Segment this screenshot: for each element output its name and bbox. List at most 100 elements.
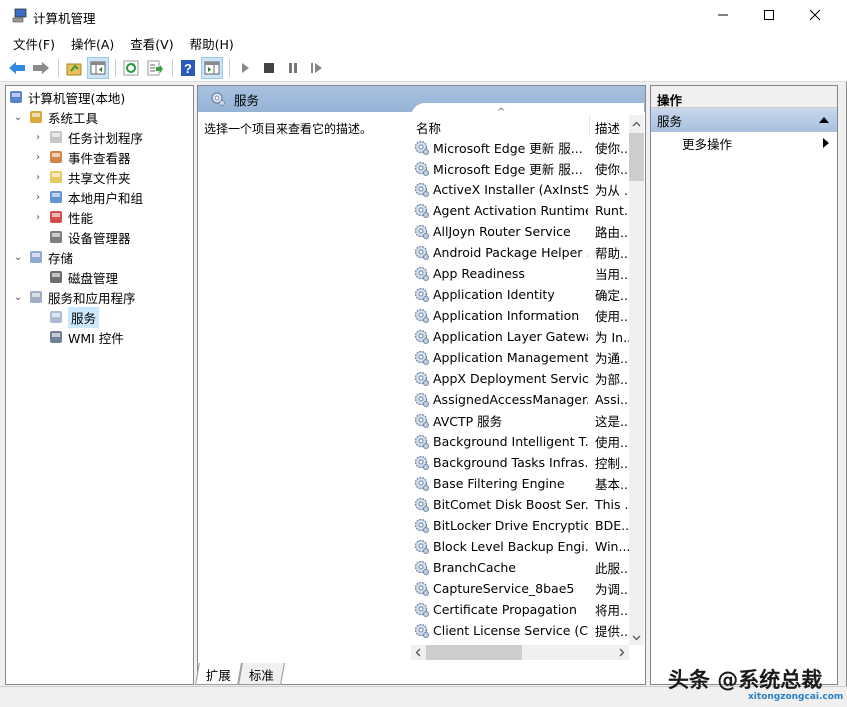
tree-item-label: 服务 xyxy=(68,306,100,328)
service-row[interactable]: Client License Service (Cli... 提供... xyxy=(411,620,629,641)
storage-icon xyxy=(28,249,44,265)
menu-action[interactable]: 操作(A) xyxy=(64,34,121,53)
minimize-icon xyxy=(718,14,728,16)
computer-management-icon xyxy=(8,89,24,105)
restart-service-button[interactable] xyxy=(306,57,328,79)
expand-down-icon[interactable]: ⌄ xyxy=(12,252,24,263)
service-row[interactable]: Background Tasks Infras... 控制... xyxy=(411,452,629,473)
menu-view[interactable]: 查看(V) xyxy=(123,34,180,53)
horizontal-scrollbar[interactable] xyxy=(411,645,629,660)
service-gear-icon xyxy=(414,623,430,638)
menu-bar: 文件(F) 操作(A) 查看(V) 帮助(H) xyxy=(0,32,847,54)
service-row[interactable]: CaptureService_8bae5 为调... xyxy=(411,578,629,599)
menu-help[interactable]: 帮助(H) xyxy=(183,34,241,53)
expand-right-icon[interactable]: › xyxy=(32,172,44,183)
service-row[interactable]: BranchCache 此服... xyxy=(411,557,629,578)
tree-item[interactable]: › 事件查看器 xyxy=(32,147,131,167)
export-list-button[interactable] xyxy=(144,57,166,79)
menu-file[interactable]: 文件(F) xyxy=(6,34,62,53)
scroll-right-icon[interactable] xyxy=(614,645,629,660)
tree-item[interactable]: 服务 xyxy=(32,306,100,328)
service-row[interactable]: Agent Activation Runtime... Runt... xyxy=(411,200,629,221)
column-name[interactable]: 名称 xyxy=(416,118,441,137)
tab-standard[interactable]: 标准 xyxy=(238,663,285,685)
shared-folders-icon xyxy=(48,169,64,185)
service-row[interactable]: Microsoft Edge 更新 服... 使你... xyxy=(411,137,629,158)
maximize-button[interactable] xyxy=(746,0,792,30)
service-name: CaptureService_8bae5 xyxy=(433,581,575,596)
vertical-scrollbar[interactable] xyxy=(629,115,644,645)
expand-right-icon[interactable]: › xyxy=(32,152,44,163)
actions-section-services[interactable]: 服务 xyxy=(651,108,837,132)
tree-item[interactable]: 计算机管理(本地) xyxy=(8,87,125,107)
scroll-up-icon[interactable] xyxy=(629,117,644,132)
expand-down-icon[interactable]: ⌄ xyxy=(12,112,24,123)
service-row[interactable]: AssignedAccessManager... Assi... xyxy=(411,389,629,410)
service-name: Microsoft Edge 更新 服... xyxy=(433,141,583,156)
service-row[interactable]: Certificate Propagation 将用... xyxy=(411,599,629,620)
start-service-button[interactable] xyxy=(234,57,256,79)
collapse-up-icon[interactable] xyxy=(819,117,829,123)
tree-item[interactable]: › 共享文件夹 xyxy=(32,167,131,187)
stop-service-button[interactable] xyxy=(258,57,280,79)
expand-right-icon[interactable]: › xyxy=(32,132,44,143)
show-hide-action-pane-button[interactable] xyxy=(201,56,223,79)
tree-item[interactable]: › 性能 xyxy=(32,207,93,227)
tree-item[interactable]: › 任务计划程序 xyxy=(32,127,143,147)
column-description[interactable]: 描述 xyxy=(595,118,620,137)
service-row[interactable]: Application Identity 确定... xyxy=(411,284,629,305)
service-row[interactable]: BitComet Disk Boost Ser... This ... xyxy=(411,494,629,515)
forward-button[interactable] xyxy=(30,57,52,79)
tree-item[interactable]: › 本地用户和组 xyxy=(32,187,143,207)
more-actions-item[interactable]: 更多操作 xyxy=(651,132,837,154)
tree-item-label: 任务计划程序 xyxy=(68,130,144,146)
service-row[interactable]: App Readiness 当用... xyxy=(411,263,629,284)
close-button[interactable] xyxy=(792,0,838,30)
horizontal-scroll-thumb[interactable] xyxy=(426,645,522,660)
minimize-button[interactable] xyxy=(700,0,746,30)
back-button[interactable] xyxy=(6,57,28,79)
up-one-level-button[interactable] xyxy=(63,57,85,79)
tree-item-label: 系统工具 xyxy=(48,110,99,126)
tree-item-label: 设备管理器 xyxy=(68,230,131,246)
expand-down-icon[interactable]: ⌄ xyxy=(12,292,24,303)
service-description: Win... xyxy=(595,539,629,554)
service-row[interactable]: Block Level Backup Engi... Win... xyxy=(411,536,629,557)
service-row[interactable]: Background Intelligent T... 使用... xyxy=(411,431,629,452)
column-divider[interactable] xyxy=(589,115,590,137)
service-description: 为部... xyxy=(595,372,629,387)
tree-item-label: 性能 xyxy=(68,210,94,226)
tree-item[interactable]: ⌄ 服务和应用程序 xyxy=(12,287,136,307)
service-row[interactable]: BitLocker Drive Encryptio... BDE... xyxy=(411,515,629,536)
service-row[interactable]: ActiveX Installer (AxInstSV) 为从 ... xyxy=(411,179,629,200)
service-gear-icon xyxy=(414,182,430,197)
refresh-button[interactable] xyxy=(120,57,142,79)
expand-right-icon[interactable]: › xyxy=(32,212,44,223)
service-gear-icon xyxy=(414,350,430,365)
service-row[interactable]: Android Package Helper ... 帮助... xyxy=(411,242,629,263)
pause-service-button[interactable] xyxy=(282,57,304,79)
service-name: Certificate Propagation xyxy=(433,602,577,617)
service-description: 为 In... xyxy=(595,330,629,345)
service-row[interactable]: AppX Deployment Servic... 为部... xyxy=(411,368,629,389)
expand-right-icon[interactable]: › xyxy=(32,192,44,203)
help-button[interactable]: ? xyxy=(177,57,199,79)
service-row[interactable]: Application Information 使用... xyxy=(411,305,629,326)
service-row[interactable]: AllJoyn Router Service 路由... xyxy=(411,221,629,242)
tree-item[interactable]: ⌄ 存储 xyxy=(12,247,73,267)
service-row[interactable]: AVCTP 服务 这是... xyxy=(411,410,629,431)
tree-item[interactable]: ⌄ 系统工具 xyxy=(12,107,98,127)
service-row[interactable]: Base Filtering Engine 基本... xyxy=(411,473,629,494)
scroll-down-icon[interactable] xyxy=(629,630,644,645)
show-hide-console-tree-button[interactable] xyxy=(87,56,109,79)
service-name: Background Tasks Infras... xyxy=(433,455,588,470)
tree-item[interactable]: 磁盘管理 xyxy=(32,267,118,287)
tab-extended[interactable]: 扩展 xyxy=(195,663,242,685)
vertical-scroll-thumb[interactable] xyxy=(629,133,644,181)
service-row[interactable]: Microsoft Edge 更新 服... 使你... xyxy=(411,158,629,179)
tree-item[interactable]: WMI 控件 xyxy=(32,327,124,347)
service-row[interactable]: Application Layer Gatewa... 为 In... xyxy=(411,326,629,347)
scroll-left-icon[interactable] xyxy=(411,645,426,660)
service-row[interactable]: Application Management 为通... xyxy=(411,347,629,368)
tree-item[interactable]: 设备管理器 xyxy=(32,227,131,247)
